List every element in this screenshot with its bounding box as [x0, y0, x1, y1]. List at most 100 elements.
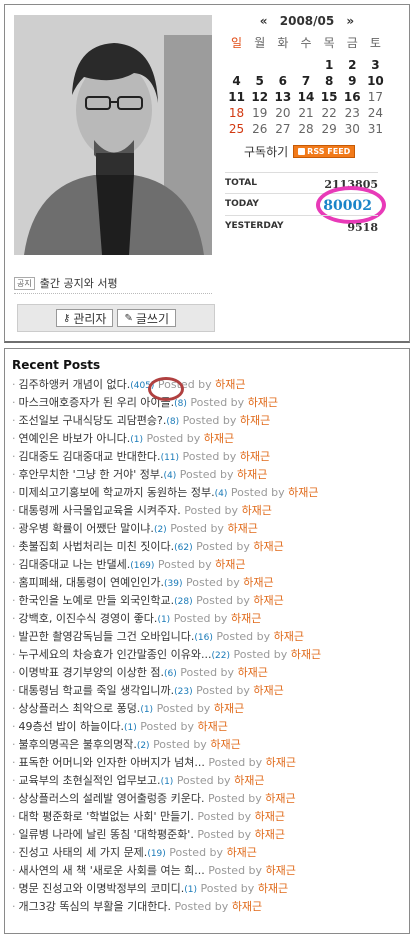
recent-post-item[interactable]: · 새사연의 새 책 '새로운 사회를 여는 희... Posted by 하재근 [12, 862, 404, 880]
author-link[interactable]: 하재근 [274, 630, 304, 643]
author-link[interactable]: 하재근 [210, 738, 240, 751]
prev-month-link[interactable]: « [260, 14, 268, 28]
recent-post-item[interactable]: · 발끈한 촬영감독님들 그건 오바입니다.(16) Posted by 하재근 [12, 628, 404, 646]
comment-count[interactable]: (1) [184, 885, 197, 895]
recent-post-title[interactable]: 대통령님 학교를 죽일 생각입니까. [19, 684, 175, 697]
recent-post-item[interactable]: · 이명박표 경기부양의 이상한 점.(6) Posted by 하재근 [12, 664, 404, 682]
recent-post-title[interactable]: 이명박표 경기부양의 이상한 점. [19, 666, 165, 679]
author-link[interactable]: 하재근 [255, 810, 285, 823]
recent-post-item[interactable]: · 김주하앵커 개념이 없다.(405) Posted by 하재근 [12, 376, 404, 394]
recent-post-item[interactable]: · 촛불집회 사법처리는 미친 짓이다.(62) Posted by 하재근 [12, 538, 404, 556]
recent-post-title[interactable]: 새사연의 새 책 '새로운 사회를 여는 희... [19, 864, 205, 877]
comment-count[interactable]: (1) [124, 723, 137, 733]
next-month-link[interactable]: » [346, 14, 354, 28]
recent-post-item[interactable]: · 연예인은 바보가 아니다.(1) Posted by 하재근 [12, 430, 404, 448]
comment-count[interactable]: (22) [212, 651, 230, 661]
recent-post-item[interactable]: · 김대중대교 나는 반댈세.(169) Posted by 하재근 [12, 556, 404, 574]
author-link[interactable]: 하재근 [266, 756, 296, 769]
recent-post-title[interactable]: 광우병 확률이 어쨌단 말이냐. [19, 522, 154, 535]
calendar-day[interactable]: 11 [225, 89, 248, 105]
recent-post-item[interactable]: · 광우병 확률이 어쨌단 말이냐.(2) Posted by 하재근 [12, 520, 404, 538]
recent-post-item[interactable]: · 개그3강 똑심의 부활을 기대한다. Posted by 하재근 [12, 898, 404, 916]
recent-post-item[interactable]: · 일류병 나라에 날린 똥침 '대학평준화'. Posted by 하재근 [12, 826, 404, 844]
recent-post-title[interactable]: 진성고 사태의 세 가지 문제. [19, 846, 148, 859]
author-link[interactable]: 하재근 [215, 558, 245, 571]
calendar-day[interactable]: 4 [225, 73, 248, 89]
recent-post-item[interactable]: · 명문 진성고와 이명박정부의 코미디.(1) Posted by 하재근 [12, 880, 404, 898]
calendar-day[interactable]: 5 [248, 73, 271, 89]
comment-count[interactable]: (62) [174, 543, 192, 553]
author-link[interactable]: 하재근 [214, 702, 244, 715]
recent-post-item[interactable]: · 강백호, 이진수식 경영이 좋다.(1) Posted by 하재근 [12, 610, 404, 628]
calendar-day[interactable]: 15 [318, 89, 341, 105]
recent-post-item[interactable]: · 표독한 어머니와 인자한 아버지가 넘쳐... Posted by 하재근 [12, 754, 404, 772]
author-link[interactable]: 하재근 [215, 378, 245, 391]
recent-post-item[interactable]: · 김대중도 김대중대교 반대한다.(11) Posted by 하재근 [12, 448, 404, 466]
author-link[interactable]: 하재근 [253, 684, 283, 697]
calendar-day[interactable]: 7 [294, 73, 317, 89]
author-link[interactable]: 하재근 [227, 522, 257, 535]
recent-post-title[interactable]: 누구세요의 차승효가 인간말종인 이유와... [19, 648, 212, 661]
calendar-day[interactable]: 3 [364, 57, 387, 73]
recent-post-title[interactable]: 한국인을 노예로 만들 외국인학교. [19, 594, 175, 607]
author-link[interactable]: 하재근 [242, 504, 272, 517]
author-link[interactable]: 하재근 [258, 882, 288, 895]
recent-post-title[interactable]: 명문 진성고와 이명박정부의 코미디. [19, 882, 185, 895]
recent-post-title[interactable]: 김대중도 김대중대교 반대한다. [19, 450, 161, 463]
author-link[interactable]: 하재근 [266, 864, 296, 877]
recent-post-item[interactable]: · 대통령께 사극몰입교육을 시켜주자. Posted by 하재근 [12, 502, 404, 520]
admin-button[interactable]: ⚷ 관리자 [56, 309, 114, 327]
recent-post-title[interactable]: 김주하앵커 개념이 없다. [19, 378, 131, 391]
recent-post-title[interactable]: 대학 평준화로 '학벌없는 사회' 만들기. [19, 810, 194, 823]
recent-post-title[interactable]: 대통령께 사극몰입교육을 시켜주자. [19, 504, 181, 517]
recent-post-title[interactable]: 불후의명곡은 불후의명작. [19, 738, 137, 751]
recent-post-title[interactable]: 홈피폐쇄, 대통령이 연예인인가. [19, 576, 165, 589]
recent-post-title[interactable]: 촛불집회 사법처리는 미친 짓이다. [19, 540, 175, 553]
calendar-day[interactable]: 10 [364, 73, 387, 89]
comment-count[interactable]: (39) [164, 579, 182, 589]
recent-post-item[interactable]: · 상상플러스 최악으로 퐁덩.(1) Posted by 하재근 [12, 700, 404, 718]
recent-post-item[interactable]: · 후안무치한 '그냥 한 거야' 정부.(4) Posted by 하재근 [12, 466, 404, 484]
notice[interactable]: 공지 출간 공지와 서평 [14, 275, 118, 291]
recent-post-title[interactable]: 상상플러스 최악으로 퐁덩. [19, 702, 141, 715]
recent-post-title[interactable]: 강백호, 이진수식 경영이 좋다. [19, 612, 158, 625]
author-link[interactable]: 하재근 [240, 450, 270, 463]
calendar-day[interactable]: 16 [341, 89, 364, 105]
author-link[interactable]: 하재근 [227, 846, 257, 859]
comment-count[interactable]: (1) [130, 435, 143, 445]
recent-post-item[interactable]: · 불후의명곡은 불후의명작.(2) Posted by 하재근 [12, 736, 404, 754]
calendar-day[interactable]: 13 [271, 89, 294, 105]
author-link[interactable]: 하재근 [231, 612, 261, 625]
recent-post-item[interactable]: · 한국인을 노예로 만들 외국인학교.(28) Posted by 하재근 [12, 592, 404, 610]
comment-count[interactable]: (6) [164, 669, 177, 679]
author-link[interactable]: 하재근 [243, 576, 273, 589]
author-link[interactable]: 하재근 [248, 396, 278, 409]
author-link[interactable]: 하재근 [291, 648, 321, 661]
recent-post-title[interactable]: 49층선 밥이 하늘이다. [19, 720, 124, 733]
recent-post-title[interactable]: 발끈한 촬영감독님들 그건 오바입니다. [19, 630, 195, 643]
recent-post-item[interactable]: · 대학 평준화로 '학벌없는 사회' 만들기. Posted by 하재근 [12, 808, 404, 826]
comment-count[interactable]: (2) [154, 525, 167, 535]
calendar-day[interactable]: 1 [318, 57, 341, 73]
author-link[interactable]: 하재근 [265, 792, 295, 805]
recent-post-title[interactable]: 상상플러스의 설레발 영어출렁증 키운다. [19, 792, 205, 805]
write-button[interactable]: ✎ 글쓰기 [117, 309, 176, 327]
author-link[interactable]: 하재근 [288, 486, 318, 499]
author-link[interactable]: 하재근 [253, 594, 283, 607]
recent-post-item[interactable]: · 마스크애호증자가 된 우리 아이들.(8) Posted by 하재근 [12, 394, 404, 412]
author-link[interactable]: 하재근 [232, 900, 262, 913]
recent-post-title[interactable]: 연예인은 바보가 아니다. [19, 432, 131, 445]
calendar-day[interactable]: 2 [341, 57, 364, 73]
recent-post-title[interactable]: 교육부의 초현실적인 업무보고. [19, 774, 161, 787]
calendar-day[interactable]: 6 [271, 73, 294, 89]
recent-post-item[interactable]: · 누구세요의 차승효가 인간말종인 이유와...(22) Posted by 하… [12, 646, 404, 664]
recent-post-item[interactable]: · 진성고 사태의 세 가지 문제.(19) Posted by 하재근 [12, 844, 404, 862]
comment-count[interactable]: (8) [174, 399, 187, 409]
comment-count[interactable]: (2) [137, 741, 150, 751]
author-link[interactable]: 하재근 [253, 540, 283, 553]
calendar-day[interactable]: 9 [341, 73, 364, 89]
recent-post-title[interactable]: 마스크애호증자가 된 우리 아이들. [19, 396, 175, 409]
comment-count[interactable]: (1) [157, 615, 170, 625]
recent-post-title[interactable]: 미제쇠고기홍보에 학교까지 동원하는 정부. [19, 486, 215, 499]
recent-post-item[interactable]: · 교육부의 초현실적인 업무보고.(1) Posted by 하재근 [12, 772, 404, 790]
